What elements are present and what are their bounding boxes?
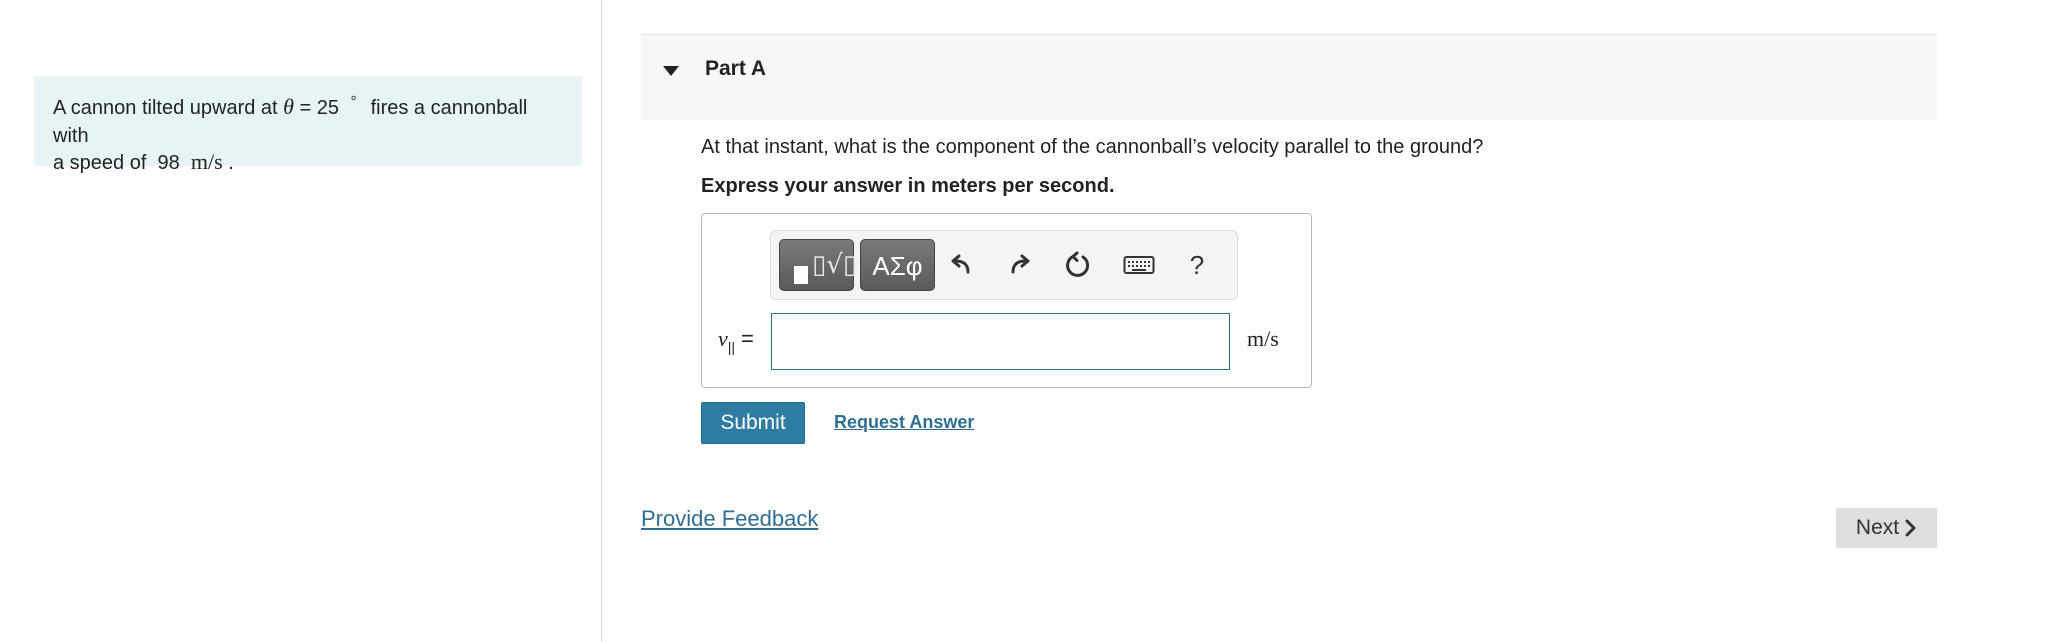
reset-button[interactable] [1060,247,1096,283]
theta-value: = 25 [293,97,340,119]
answer-unit: m/s [1247,326,1279,351]
variable-equals: = [741,326,754,351]
question-text: At that instant, what is the component o… [701,136,1484,158]
undo-icon [951,254,970,274]
problem-text-before: A cannon tilted upward at [53,97,278,119]
part-a-header[interactable]: Part A [641,34,1937,120]
redo-icon [1011,254,1030,274]
collapse-caret-icon[interactable] [663,66,679,76]
part-title: Part A [705,57,767,80]
next-button[interactable]: Next [1836,508,1937,548]
instruction-text: Express your answer in meters per second… [701,175,1115,197]
keyboard-icon [1123,256,1155,274]
help-button[interactable]: ? [1179,247,1215,283]
variable-symbol: v [718,326,728,351]
next-label: Next [1855,516,1900,539]
problem-pane: A cannon tilted upward at θ = 25 ° fires … [0,0,602,642]
submit-button[interactable]: Submit [701,402,805,444]
symbols-button[interactable]: ΑΣφ [860,239,935,291]
variable-subscript: || [727,339,736,355]
problem-period: . [228,152,234,174]
answer-input[interactable] [771,313,1230,370]
variable-label: v|| = [718,326,754,355]
request-answer-link[interactable]: Request Answer [834,412,974,433]
speed-prefix: a speed of [53,152,147,174]
chevron-right-icon [1905,519,1916,537]
math-toolbar: ▯√▯ ΑΣφ ? [770,230,1238,300]
undo-button[interactable] [943,247,979,283]
reset-icon [1066,251,1090,277]
redo-button[interactable] [1002,247,1038,283]
answer-box: ▯√▯ ΑΣφ ? v|| = m/s [701,213,1312,388]
speed-unit: m/s [190,149,223,174]
speed-value: 98 [157,152,180,174]
theta-symbol: θ [283,94,294,119]
problem-statement: A cannon tilted upward at θ = 25 ° fires … [34,76,582,174]
keyboard-button[interactable] [1119,247,1159,283]
degree-symbol: ° [350,93,357,110]
templates-button[interactable]: ▯√▯ [779,239,857,291]
provide-feedback-link[interactable]: Provide Feedback [641,506,818,532]
